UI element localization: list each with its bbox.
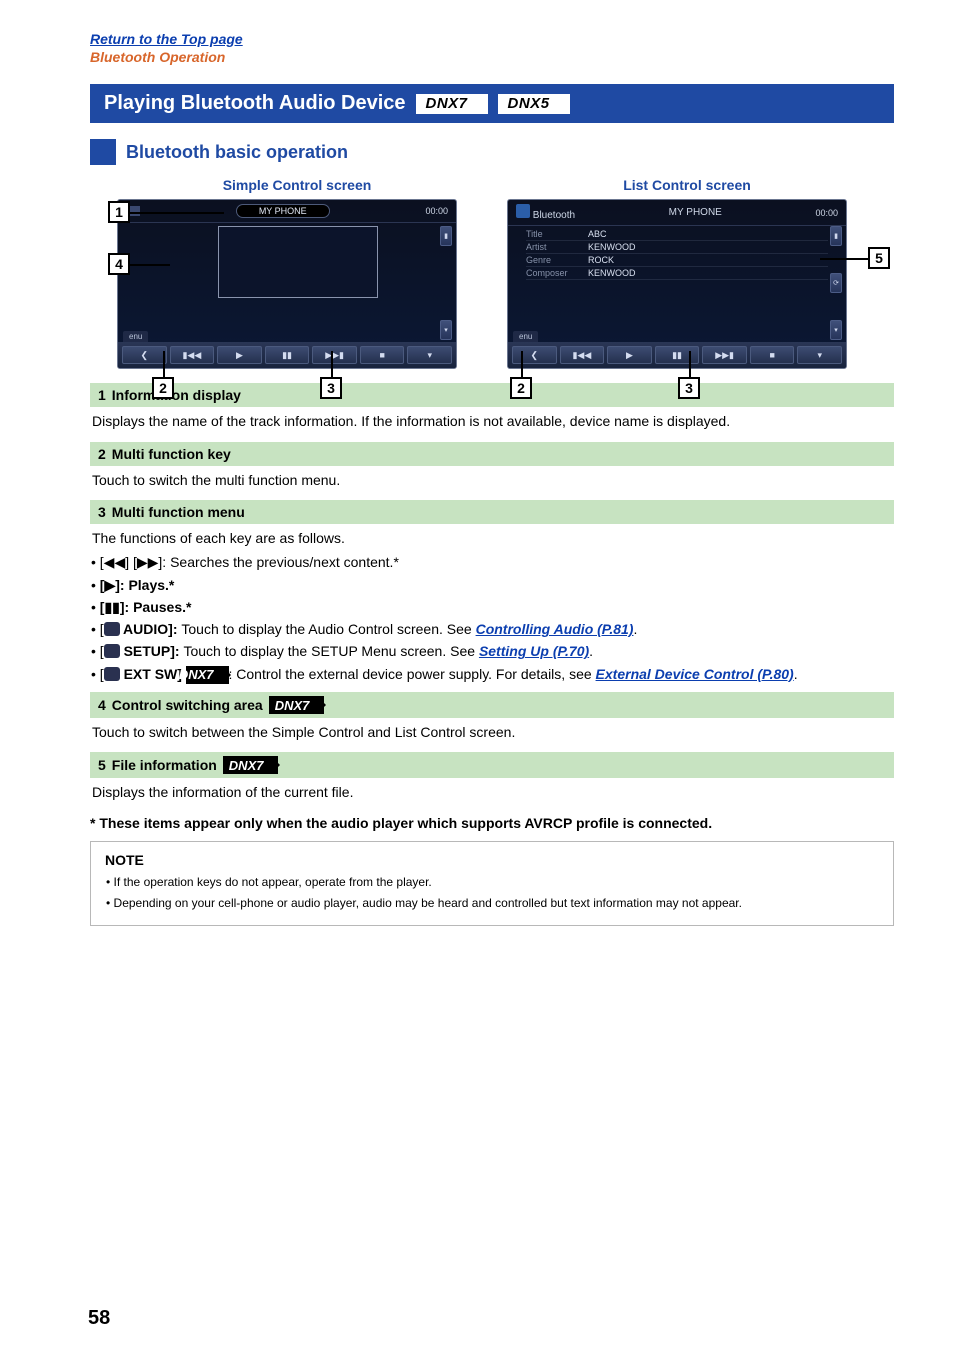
badge-dnx5: DNX5 <box>498 94 570 114</box>
device-name: MY PHONE <box>669 207 722 218</box>
multi-function-bar[interactable]: ❮ ▮◀◀ ▶ ▮▮ ▶▶▮ ■ ▾ <box>508 342 846 368</box>
link-external-device-control[interactable]: External Device Control (P.80) <box>596 666 794 682</box>
mf-btn[interactable]: ▮▮ <box>265 346 310 364</box>
screenshots-wrapper: Simple Control screen MY PHONE 00:00 ▮▾ … <box>90 177 894 369</box>
item-5-header: 5 File information DNX7 <box>90 752 894 778</box>
simple-screen-title: Simple Control screen <box>117 177 477 193</box>
audio-icon <box>104 622 120 636</box>
bullet-play: [▶]: Plays.* <box>90 575 894 595</box>
simple-screen-col: Simple Control screen MY PHONE 00:00 ▮▾ … <box>117 177 477 369</box>
mf-btn[interactable]: ▶▶▮ <box>702 346 747 364</box>
bullet-prev-next: [◀◀] [▶▶]: Searches the previous/next co… <box>90 552 894 572</box>
badge-dnx7-inline: DNX7 <box>186 666 229 684</box>
header-links: Return to the Top page Bluetooth Operati… <box>90 30 894 66</box>
footnote: * These items appear only when the audio… <box>90 815 894 831</box>
multi-function-bar[interactable]: ❮ ▮◀◀ ▶ ▮▮ ▶▶▮ ■ ▾ <box>118 342 456 368</box>
ext-sw-icon <box>104 667 120 681</box>
note-heading: NOTE <box>105 852 879 868</box>
item-2-header: 2 Multi function key <box>90 442 894 466</box>
item-1-desc: Displays the name of the track informati… <box>90 407 894 433</box>
file-info-panel: TitleABC ArtistKENWOOD GenreROCK Compose… <box>518 224 836 284</box>
subsection-title: Bluetooth basic operation <box>126 142 348 163</box>
mf-btn[interactable]: ▶ <box>217 346 262 364</box>
simple-screenshot: MY PHONE 00:00 ▮▾ enu ❮ ▮◀◀ ▶ ▮▮ ▶▶▮ ■ <box>117 199 457 369</box>
mf-btn[interactable]: ❮ <box>512 346 557 364</box>
callout-2-left: 2 <box>152 377 174 399</box>
clock: 00:00 <box>425 206 448 216</box>
return-top-link[interactable]: Return to the Top page <box>90 31 243 47</box>
menu-tab[interactable]: enu <box>513 331 538 342</box>
mf-btn[interactable]: ❮ <box>122 346 167 364</box>
bullet-pause: [▮▮]: Pauses.* <box>90 597 894 617</box>
breadcrumb: Bluetooth Operation <box>90 49 225 65</box>
mf-btn[interactable]: ▾ <box>797 346 842 364</box>
item-4-desc: Touch to switch between the Simple Contr… <box>90 718 894 744</box>
section-header: Playing Bluetooth Audio Device DNX7 DNX5 <box>90 84 894 123</box>
section-title: Playing Bluetooth Audio Device <box>104 92 406 115</box>
callout-3-right: 3 <box>678 377 700 399</box>
mf-btn[interactable]: ▮▮ <box>655 346 700 364</box>
badge-dnx7-inline: DNX7 <box>269 696 325 714</box>
item-3-header: 3 Multi function menu <box>90 500 894 524</box>
note-1: If the operation keys do not appear, ope… <box>105 874 879 891</box>
mf-btn[interactable]: ■ <box>360 346 405 364</box>
mf-btn[interactable]: ▾ <box>407 346 452 364</box>
subsection-marker <box>90 139 116 165</box>
bullet-setup: [ SETUP]: Touch to display the SETUP Men… <box>90 641 894 661</box>
list-screen-title: List Control screen <box>507 177 867 193</box>
setup-icon <box>104 644 120 658</box>
item-4-header: 4 Control switching area DNX7 <box>90 692 894 718</box>
mf-btn[interactable]: ▶ <box>607 346 652 364</box>
link-setting-up[interactable]: Setting Up (P.70) <box>479 643 589 659</box>
subsection-header: Bluetooth basic operation <box>90 139 894 165</box>
source-label: Bluetooth <box>516 204 575 221</box>
item-2-desc: Touch to switch the multi function menu. <box>90 466 894 492</box>
callout-4: 4 <box>108 253 130 275</box>
bullet-ext-sw: [ EXT SW] DNX7: Control the external dev… <box>90 664 894 684</box>
list-screenshot: Bluetooth MY PHONE 00:00 TitleABC Artist… <box>507 199 847 369</box>
note-2: Depending on your cell-phone or audio pl… <box>105 895 879 912</box>
note-box: NOTE If the operation keys do not appear… <box>90 841 894 927</box>
callout-1: 1 <box>108 201 130 223</box>
callout-2-right: 2 <box>510 377 532 399</box>
bullet-audio: [ AUDIO]: Touch to display the Audio Con… <box>90 619 894 639</box>
menu-tab[interactable]: enu <box>123 331 148 342</box>
callout-3-left: 3 <box>320 377 342 399</box>
clock: 00:00 <box>815 208 838 218</box>
item-1-header: 1 Information display <box>90 383 894 407</box>
mf-btn[interactable]: ▶▶▮ <box>312 346 357 364</box>
badge-dnx7-inline: DNX7 <box>223 756 279 774</box>
control-switch-area[interactable] <box>218 226 378 298</box>
mf-btn[interactable]: ▮◀◀ <box>560 346 605 364</box>
side-controls[interactable]: ▮▾ <box>440 226 452 340</box>
callout-5: 5 <box>868 247 890 269</box>
mf-btn[interactable]: ▮◀◀ <box>170 346 215 364</box>
device-name: MY PHONE <box>236 204 330 218</box>
list-screen-col: List Control screen Bluetooth MY PHONE 0… <box>507 177 867 369</box>
link-controlling-audio[interactable]: Controlling Audio (P.81) <box>476 621 634 637</box>
side-controls[interactable]: ▮⟳▾ <box>830 226 842 340</box>
mf-btn[interactable]: ■ <box>750 346 795 364</box>
item-3-desc: The functions of each key are as follows… <box>90 524 894 550</box>
page-number: 58 <box>88 1307 110 1330</box>
item-5-desc: Displays the information of the current … <box>90 778 894 804</box>
badge-dnx7: DNX7 <box>416 94 488 114</box>
